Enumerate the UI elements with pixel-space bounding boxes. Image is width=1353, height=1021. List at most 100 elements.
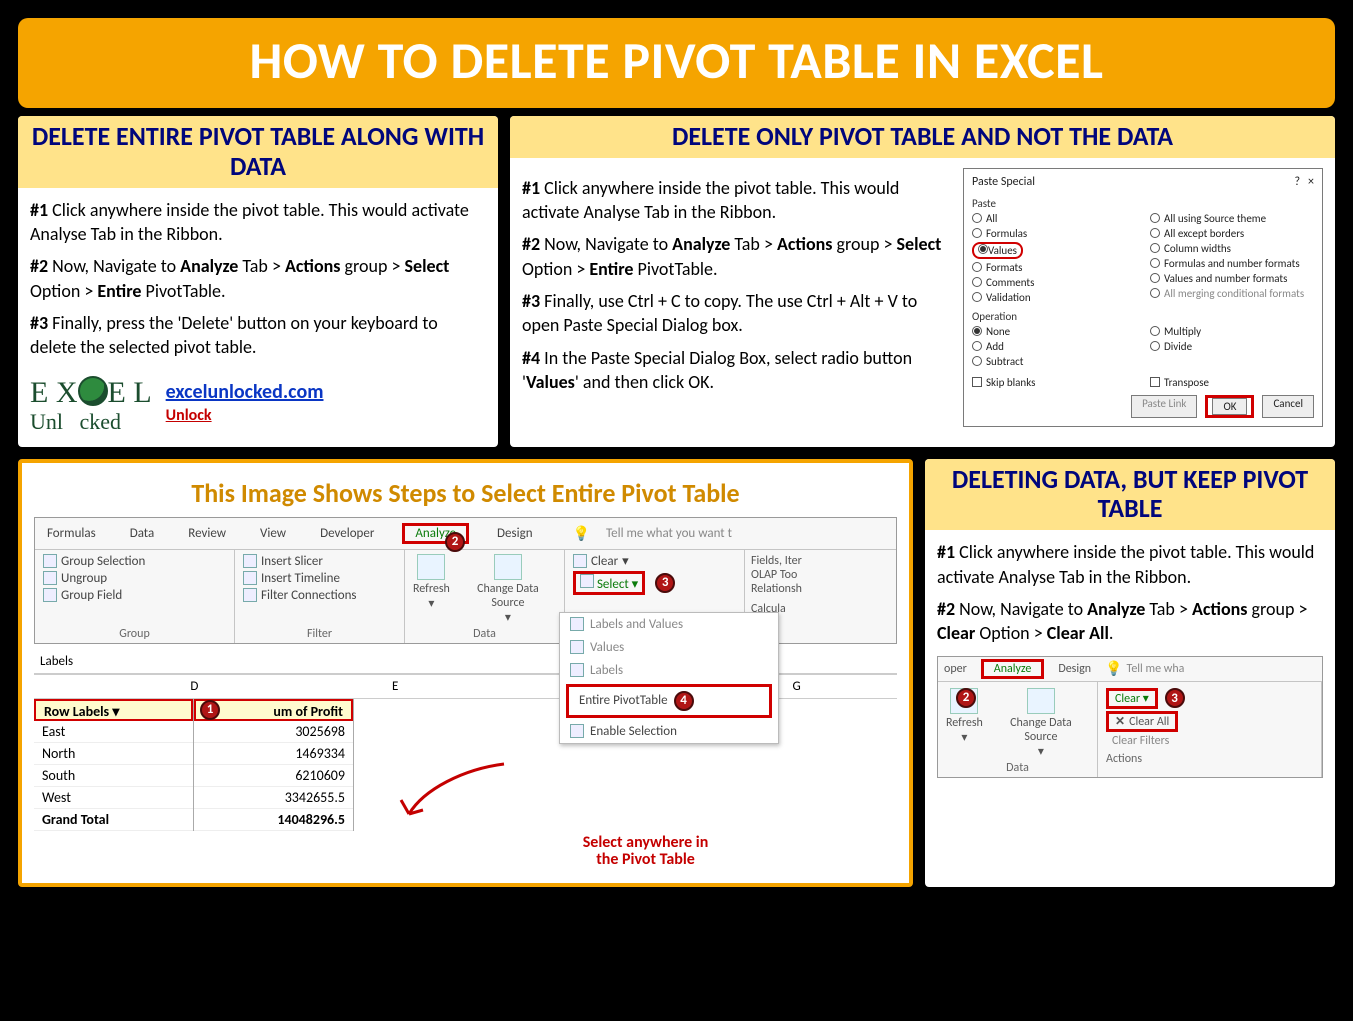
close-icon[interactable]: × [1308,175,1314,189]
brand-url[interactable]: excelunlocked.com [166,380,324,404]
radio-op-mul[interactable]: Multiply [1150,325,1314,338]
row-grand: Grand Total [34,809,193,831]
val-south: 6210609 [194,765,353,787]
radio-formulas-num[interactable]: Formulas and number formats [1150,257,1314,270]
select-icon [580,574,594,588]
paste-link-button: Paste Link [1131,395,1197,418]
badge-4: 4 [674,691,694,711]
group-label: Filter [243,627,396,641]
group-label: Actions [1106,752,1313,766]
fields-items[interactable]: Fields, Iter [751,554,819,568]
lv-icon [570,617,584,631]
change-data-source[interactable]: Change Data Source▾ [993,688,1089,759]
badge-3: 3 [1165,688,1185,708]
label-oper: oper [944,662,967,676]
tell-me[interactable]: 💡Tell me what you want t [561,521,744,546]
step: #3 Finally, use Ctrl + C to copy. The us… [522,289,953,338]
menu-labels-values[interactable]: Labels and Values [560,613,778,636]
radio-all[interactable]: All [972,212,1136,225]
col-e: E [295,674,496,699]
radio-op-sub[interactable]: Subtract [972,355,1136,368]
labels-icon [570,663,584,677]
tell-me[interactable]: 💡Tell me wha [1105,660,1184,677]
page-title: HOW TO DELETE PIVOT TABLE IN EXCEL [18,18,1335,108]
tab-design[interactable]: Design [1058,662,1091,676]
olap-tools[interactable]: OLAP Too [751,568,819,582]
badge-3: 3 [655,573,675,593]
menu-enable-selection[interactable]: Enable Selection [560,720,778,743]
row-labels-head: Row Labels ▾ [34,699,193,721]
ungroup[interactable]: Ungroup [43,571,226,586]
cancel-button[interactable]: Cancel [1262,395,1314,418]
section-heading: DELETING DATA, BUT KEEP PIVOT TABLE [925,459,1335,531]
clear-filters[interactable]: Clear Filters [1106,732,1313,750]
clear-button[interactable]: Clear ▾ [573,554,736,569]
refresh-button[interactable]: Refresh▾ [413,554,450,611]
tab-developer[interactable]: Developer [314,524,380,543]
brand-block: E XE LUnl cked excelunlocked.com Unlock [30,372,486,433]
ok-button[interactable]: OK [1212,398,1247,415]
groupfield-icon [43,588,57,602]
relationships[interactable]: Relationsh [751,582,819,596]
timeline-icon [243,571,257,585]
clear-dropdown[interactable]: Clear ▾ [1106,688,1158,709]
radio-cond-formats: All merging conditional formats [1150,287,1314,300]
ungroup-icon [43,571,57,585]
radio-ex-borders[interactable]: All except borders [1150,227,1314,240]
tab-analyze[interactable]: Analyze [981,659,1045,679]
section-heading: DELETE ENTIRE PIVOT TABLE ALONG WITH DAT… [18,116,498,188]
step: #2 Now, Navigate to Analyze Tab > Action… [522,232,953,281]
menu-values[interactable]: Values [560,636,778,659]
unlock-link[interactable]: Unlock [166,406,324,425]
step: #3 Finally, press the 'Delete' button on… [30,311,486,360]
dialog-title: Paste Special [972,175,1035,189]
col-d: D [94,674,295,699]
panel-delete-keep-data: DELETE ONLY PIVOT TABLE AND NOT THE DATA… [510,116,1335,447]
radio-formats[interactable]: Formats [972,261,1136,274]
menu-entire-pivottable[interactable]: Entire PivotTable 4 [566,684,772,718]
group-field[interactable]: Group Field [43,588,226,603]
radio-values-num[interactable]: Values and number formats [1150,272,1314,285]
group-selection[interactable]: Group Selection [43,554,226,569]
sub-title: This Image Shows Steps to Select Entire … [34,477,897,509]
val-north: 1469334 [194,743,353,765]
group-label: Data [946,761,1089,775]
section-heading: DELETE ONLY PIVOT TABLE AND NOT THE DATA [510,116,1335,158]
refresh-icon [417,554,445,580]
radio-validation[interactable]: Validation [972,291,1136,304]
change-data-source[interactable]: Change Data Source▾ [460,554,556,625]
radio-comments[interactable]: Comments [972,276,1136,289]
logo: E XE LUnl cked [30,372,152,433]
pivot-table[interactable]: Row Labels ▾ East North South West Grand… [34,699,354,831]
values-icon [570,640,584,654]
select-dropdown[interactable]: Select ▾ 3 [573,571,736,595]
insert-timeline[interactable]: Insert Timeline [243,571,396,586]
radio-op-none[interactable]: None [972,325,1136,338]
step: #1 Click anywhere inside the pivot table… [522,176,953,225]
check-transpose[interactable]: Transpose [1150,376,1314,389]
arrow-icon [394,759,514,829]
radio-src-theme[interactable]: All using Source theme [1150,212,1314,225]
radio-op-add[interactable]: Add [972,340,1136,353]
datasource-icon [1027,688,1055,714]
tab-design[interactable]: Design [491,524,538,543]
insert-slicer[interactable]: Insert Slicer [243,554,396,569]
step: #1 Click anywhere inside the pivot table… [937,540,1323,589]
tab-view[interactable]: View [254,524,292,543]
radio-col-widths[interactable]: Column widths [1150,242,1314,255]
filter-connections[interactable]: Filter Connections [243,588,396,603]
row-east: East [34,721,193,743]
group-label: Operation [972,310,1314,323]
tab-data[interactable]: Data [124,524,161,543]
radio-formulas[interactable]: Formulas [972,227,1136,240]
panel-select-steps: This Image Shows Steps to Select Entire … [18,459,913,887]
check-skip-blanks[interactable]: Skip blanks [972,376,1136,389]
radio-values[interactable]: Values [972,242,1136,259]
tab-formulas[interactable]: Formulas [41,524,102,543]
clear-all[interactable]: ✕Clear All [1106,711,1178,732]
menu-labels[interactable]: Labels [560,659,778,682]
connections-icon [243,588,257,602]
help-icon[interactable]: ? [1294,175,1300,189]
radio-op-div[interactable]: Divide [1150,340,1314,353]
tab-review[interactable]: Review [182,524,232,543]
